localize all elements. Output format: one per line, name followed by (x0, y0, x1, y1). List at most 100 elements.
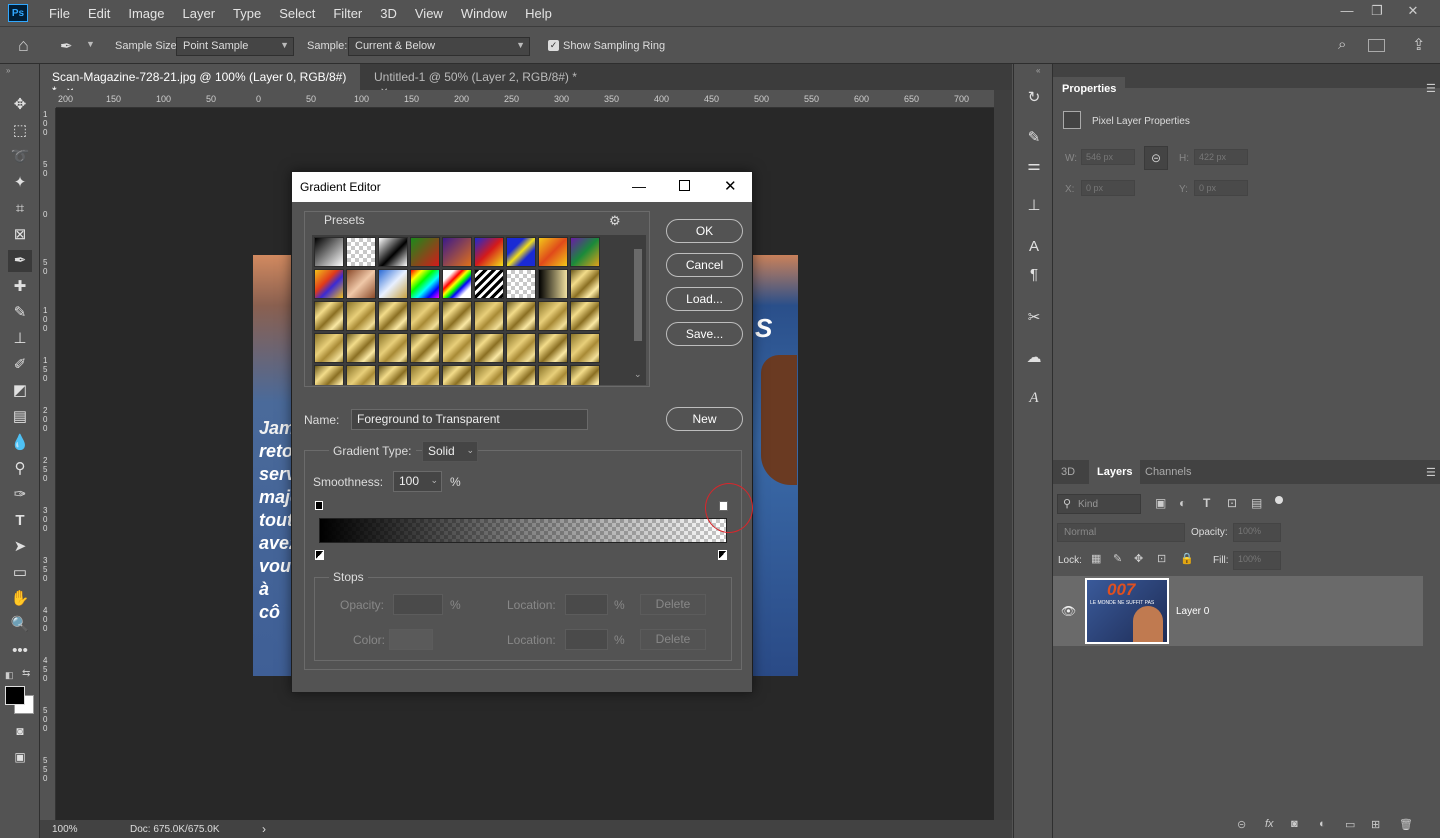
preset-swatch[interactable] (506, 237, 536, 267)
healing-brush-tool-icon[interactable]: ✚ (8, 276, 32, 298)
filter-adjustment-icon[interactable]: ◐ (1179, 496, 1186, 510)
color-stop-right[interactable] (718, 550, 727, 560)
lock-transparency-icon[interactable]: ▦ (1091, 552, 1101, 565)
dialog-title-bar[interactable]: Gradient Editor — ✕ (292, 172, 752, 202)
delete-layer-icon[interactable]: 🗑 (1399, 818, 1413, 831)
maximize-icon[interactable] (679, 180, 690, 191)
default-colors-icon[interactable]: ◧ (5, 670, 14, 681)
libraries-icon[interactable]: ☁ (1024, 348, 1044, 370)
opacity-stop-left[interactable] (315, 501, 323, 510)
workspace-icon[interactable] (1368, 39, 1385, 52)
rectangle-tool-icon[interactable]: ▭ (8, 562, 32, 584)
collapse-icon[interactable]: « (1036, 66, 1040, 75)
preset-swatch[interactable] (314, 301, 344, 331)
screen-mode-icon[interactable]: ▣ (8, 746, 32, 768)
stop-opacity-input[interactable] (393, 594, 443, 615)
history-brush-tool-icon[interactable]: ✐ (8, 354, 32, 376)
new-layer-icon[interactable]: ⊞ (1371, 818, 1380, 831)
new-group-icon[interactable]: ▭ (1345, 818, 1355, 831)
zoom-level[interactable]: 100% (52, 824, 78, 835)
hand-tool-icon[interactable]: ✋ (8, 588, 32, 610)
filter-type-icon[interactable]: T (1203, 496, 1210, 510)
zoom-tool-icon[interactable]: 🔍 (8, 614, 32, 636)
color-location-input[interactable] (565, 629, 608, 650)
chevron-down-icon[interactable]: ⌄ (634, 369, 642, 380)
blend-mode-select[interactable]: Normal (1057, 523, 1185, 542)
x-field[interactable]: 0 px (1081, 180, 1135, 196)
crop-tool-icon[interactable]: ⌗ (8, 198, 32, 220)
preset-swatch[interactable] (378, 333, 408, 363)
fill-field[interactable]: 100% (1233, 551, 1281, 570)
gradient-name-input[interactable]: Foreground to Transparent (351, 409, 588, 430)
menu-filter[interactable]: Filter (324, 6, 371, 21)
tab-3d[interactable]: 3D (1053, 460, 1083, 484)
preset-swatch[interactable] (410, 365, 440, 385)
minimize-button[interactable]: — (1336, 3, 1358, 21)
preset-swatch[interactable] (506, 269, 536, 299)
menu-3d[interactable]: 3D (371, 6, 406, 21)
canvas-scrollbar[interactable] (994, 90, 1012, 820)
lasso-tool-icon[interactable]: ➰ (8, 146, 32, 168)
close-icon[interactable]: ✕ (724, 177, 737, 195)
preset-swatch[interactable] (506, 365, 536, 385)
new-button[interactable]: New (666, 407, 743, 431)
preset-swatch[interactable] (410, 301, 440, 331)
filter-pixel-icon[interactable]: ▣ (1155, 496, 1166, 510)
chevron-down-icon[interactable]: ⌄ (430, 475, 438, 486)
tab-layers[interactable]: Layers (1089, 460, 1141, 484)
preset-swatch[interactable] (506, 333, 536, 363)
path-selection-tool-icon[interactable]: ➤ (8, 536, 32, 558)
gradient-preview-bar[interactable] (319, 518, 727, 543)
eyedropper-preset-icon[interactable]: ✒ (60, 37, 73, 55)
foreground-color-swatch[interactable] (5, 686, 25, 705)
link-layers-icon[interactable]: ⊝ (1237, 818, 1246, 831)
share-icon[interactable]: ⇪ (1412, 35, 1425, 55)
collapse-icon[interactable]: » (6, 66, 10, 75)
add-mask-icon[interactable]: ◙ (1291, 818, 1298, 830)
lock-position-icon[interactable]: ✥ (1134, 552, 1143, 565)
character-panel-icon[interactable]: A (1024, 238, 1044, 260)
tab-scan-magazine[interactable]: Scan-Magazine-728-21.jpg @ 100% (Layer 0… (40, 64, 360, 98)
blur-tool-icon[interactable]: 💧 (8, 432, 32, 454)
glyphs-icon[interactable]: A (1024, 390, 1044, 412)
presets-scrollbar[interactable]: ⌄ (630, 235, 646, 385)
preset-swatch[interactable] (410, 269, 440, 299)
preset-swatch[interactable] (378, 301, 408, 331)
cancel-button[interactable]: Cancel (666, 253, 743, 277)
type-tool-icon[interactable]: T (8, 510, 32, 532)
paragraph-panel-icon[interactable]: ¶ (1024, 266, 1044, 288)
gradient-type-select[interactable]: Solid ⌄ (422, 441, 478, 462)
more-tools-icon[interactable]: ••• (8, 640, 32, 662)
preset-swatch[interactable] (506, 301, 536, 331)
preset-swatch[interactable] (474, 333, 504, 363)
tab-channels[interactable]: Channels (1137, 460, 1199, 484)
height-field[interactable]: 422 px (1194, 149, 1248, 165)
sampling-ring-checkbox[interactable]: ✓ (548, 40, 559, 51)
preset-swatch[interactable] (474, 301, 504, 331)
lock-artboard-icon[interactable]: ⊡ (1157, 552, 1166, 565)
preset-swatch[interactable] (442, 365, 472, 385)
status-menu-arrow-icon[interactable]: › (262, 822, 266, 836)
preset-swatch[interactable] (474, 365, 504, 385)
preset-swatch[interactable] (442, 237, 472, 267)
lock-all-icon[interactable]: 🔒 (1180, 552, 1194, 565)
eyedropper-tool-icon[interactable]: ✒ (8, 250, 32, 272)
move-tool-icon[interactable]: ✥ (8, 94, 32, 116)
preset-swatch[interactable] (538, 269, 568, 299)
preset-swatch[interactable] (346, 237, 376, 267)
width-field[interactable]: 546 px (1081, 149, 1135, 165)
sample-select[interactable]: Current & Below ▼ (348, 37, 530, 56)
menu-edit[interactable]: Edit (79, 6, 119, 21)
brush-tool-icon[interactable]: ✎ (8, 302, 32, 324)
gear-icon[interactable]: ⚙ (609, 213, 621, 229)
preset-swatch[interactable] (570, 365, 600, 385)
preset-swatch[interactable] (378, 365, 408, 385)
preset-swatch[interactable] (570, 333, 600, 363)
quick-mask-icon[interactable]: ◙ (8, 720, 32, 742)
scrollbar-thumb[interactable] (634, 249, 642, 341)
preset-swatch[interactable] (346, 365, 376, 385)
menu-layer[interactable]: Layer (174, 6, 225, 21)
clone-source-icon[interactable]: ⊥ (1024, 196, 1044, 218)
link-icon[interactable]: ⊝ (1144, 146, 1168, 170)
filter-smart-object-icon[interactable]: ▤ (1251, 496, 1262, 510)
